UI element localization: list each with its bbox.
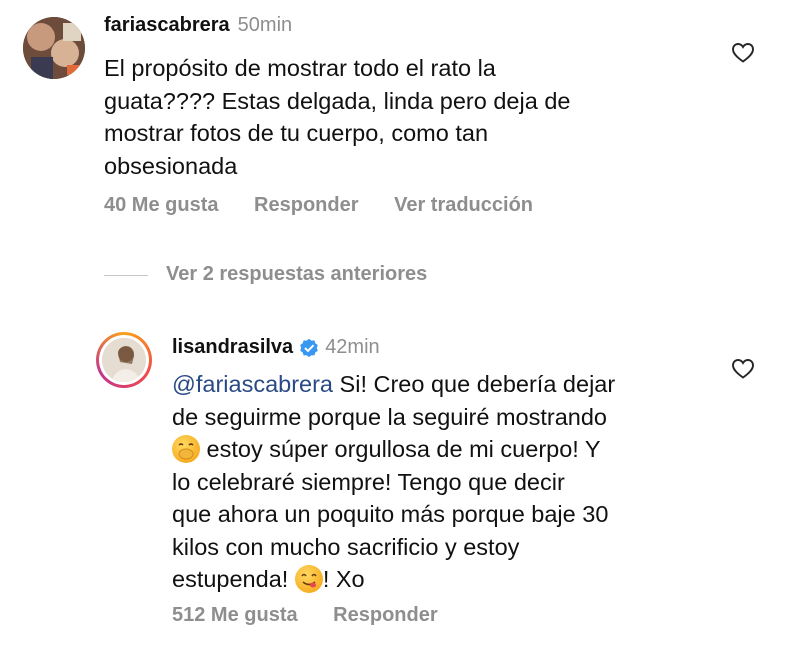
comment-actions: 40 Me gusta Responder Ver traducción (104, 194, 563, 217)
reply-line-text: Si! Creo que debería dejar (333, 371, 616, 397)
reply-line: de seguirme porque la seguiré mostrando (172, 403, 608, 430)
avatar-photo (23, 17, 85, 79)
comment-line: obsesionada (104, 152, 238, 179)
username[interactable]: lisandrasilva (172, 336, 293, 359)
reply-line-text: ! Xo (322, 566, 365, 592)
reply-line: kilos con mucho sacrificio y estoy (172, 533, 520, 560)
comment-text: El propósito de mostrar todo el rato la … (104, 52, 684, 182)
avatar (102, 338, 146, 382)
heart-outline-icon[interactable] (731, 357, 755, 381)
avatar-ring-inner (99, 335, 149, 385)
reply-line: estoy súper orgullosa de mi cuerpo! Y (172, 433, 712, 466)
reply-line: que ahora un poquito más porque baje 30 (172, 501, 609, 527)
hand-over-mouth-emoji (172, 435, 200, 463)
reply-line-text: estupenda! (172, 566, 295, 592)
reply-button[interactable]: Responder (333, 604, 437, 626)
emoji-face (178, 443, 194, 460)
reply-text: @fariascabrera Si! Creo que debería deja… (172, 368, 712, 596)
heart-outline-icon[interactable] (731, 41, 755, 65)
verified-badge-icon (300, 338, 318, 357)
comment-header: fariascabrera 50min (104, 14, 292, 37)
replies-divider (104, 275, 148, 276)
reply-line: lo celebraré siempre! Tengo que decir (172, 468, 565, 495)
reply-header: lisandrasilva 42min (172, 336, 380, 359)
avatar-story-ring[interactable] (96, 332, 152, 388)
view-replies-button[interactable]: Ver 2 respuestas anteriores (166, 263, 427, 286)
timestamp: 42min (325, 336, 380, 358)
comment-line: guata???? Estas delgada, linda pero deja… (104, 87, 571, 114)
comment-line: El propósito de mostrar todo el rato la (104, 55, 496, 81)
username[interactable]: fariascabrera (104, 14, 230, 36)
translate-button[interactable]: Ver traducción (394, 194, 533, 216)
yummy-face-emoji (294, 565, 323, 593)
reply-actions: 512 Me gusta Responder (172, 604, 468, 627)
like-count[interactable]: 40 Me gusta (104, 194, 218, 216)
reply-line-text: estoy súper orgullosa de mi cuerpo! Y (200, 436, 601, 462)
reply-line: @fariascabrera Si! Creo que debería deja… (172, 368, 712, 401)
like-count[interactable]: 512 Me gusta (172, 604, 298, 626)
mention-link[interactable]: @fariascabrera (172, 371, 333, 397)
reply-button[interactable]: Responder (254, 194, 358, 216)
comment-line: mostrar fotos de tu cuerpo, como tan (104, 120, 489, 146)
timestamp: 50min (237, 14, 293, 36)
emoji-face (301, 573, 317, 588)
reply-line: estupenda! ! Xo (172, 563, 712, 596)
avatar-photo (102, 338, 146, 382)
avatar[interactable] (23, 17, 85, 79)
